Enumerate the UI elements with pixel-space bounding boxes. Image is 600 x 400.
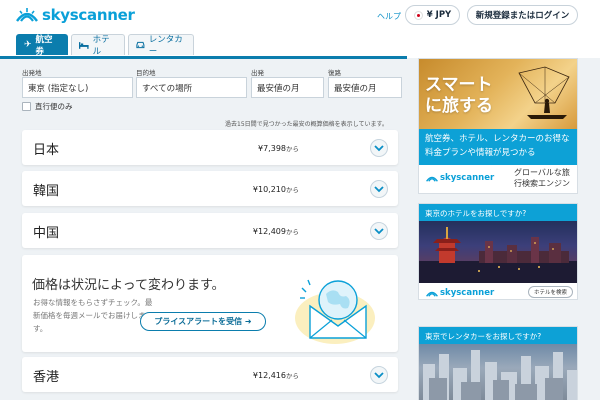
hotel-search-button[interactable]: ホテルを検索 bbox=[528, 286, 573, 298]
ad-skyscanner-logo: skyscanner bbox=[425, 173, 494, 183]
skyscanner-ad[interactable]: スマート に旅する 航空券、ホテル、レンタカーのお得な料金プランや情報が見つかる… bbox=[418, 58, 578, 194]
tab-car-rental[interactable]: レンタカー bbox=[128, 34, 194, 57]
ad-skyscanner-logo: skyscanner bbox=[425, 288, 494, 298]
alert-title: 価格は状況によって変わります。 bbox=[32, 278, 225, 293]
ad-body: 航空券、ホテル、レンタカーのお得な料金プランや情報が見つかる bbox=[419, 129, 577, 165]
ad-title-line2: に旅する bbox=[425, 96, 493, 116]
japan-flag-icon bbox=[413, 10, 423, 20]
chevron-down-icon bbox=[374, 372, 384, 379]
from-field[interactable]: 東京 (指定なし) bbox=[22, 77, 133, 98]
alert-description: お得な情報をもらさずチェック。最新価格を毎週メールでお届けします。 bbox=[33, 298, 153, 333]
ad-logo-text: skyscanner bbox=[440, 288, 495, 298]
result-row[interactable]: 韓国 ¥10,210から bbox=[22, 171, 398, 206]
city-skyline-icon bbox=[423, 350, 577, 400]
bed-icon bbox=[79, 42, 89, 49]
search-panel: 出発地 東京 (指定なし) 目的地 すべての場所 出発 最安値の月 復路 最安値… bbox=[0, 56, 407, 128]
hotel-ad-heading: 東京のホテルをお探しですか? bbox=[419, 204, 577, 221]
result-row[interactable]: 香港 ¥12,416から bbox=[22, 357, 398, 392]
ad-title-line1: スマート bbox=[425, 75, 493, 95]
login-button[interactable]: 新規登録またはログイン bbox=[467, 5, 578, 25]
chevron-down-icon bbox=[374, 228, 384, 235]
temple-skyline-icon bbox=[419, 227, 577, 283]
price-text: ¥10,210から bbox=[253, 184, 299, 194]
price-value: ¥12,416 bbox=[252, 371, 286, 380]
airplane-icon: ✈ bbox=[24, 40, 32, 50]
checkbox-box[interactable] bbox=[22, 102, 31, 111]
return-field[interactable]: 最安値の月 bbox=[328, 77, 402, 98]
hotel-ad[interactable]: 東京のホテルをお探しですか? skyscanner ホテルを検索 bbox=[418, 203, 578, 300]
result-row[interactable]: 中国 ¥12,409から bbox=[22, 213, 398, 248]
price-value: ¥12,409 bbox=[252, 227, 286, 236]
depart-label: 出発 bbox=[251, 69, 264, 77]
car-rental-ad[interactable]: 東京でレンタカーをお探しですか? bbox=[418, 326, 578, 400]
direct-only-checkbox[interactable]: 直行便のみ bbox=[22, 101, 73, 112]
price-suffix: から bbox=[286, 372, 299, 380]
skyscanner-logo[interactable]: skyscanner bbox=[14, 6, 135, 24]
tab-hotels-label: ホテル bbox=[92, 35, 110, 57]
price-suffix: から bbox=[286, 145, 299, 153]
currency-label: ¥ JPY bbox=[426, 10, 452, 20]
destination-name: 日本 bbox=[33, 143, 60, 158]
tab-hotels[interactable]: ホテル bbox=[71, 34, 125, 57]
price-value: ¥10,210 bbox=[252, 185, 286, 194]
tab-flights-label: 航空券 bbox=[35, 35, 53, 57]
return-label: 復路 bbox=[328, 69, 341, 77]
price-suffix: から bbox=[286, 186, 299, 194]
tokyo-night-photo bbox=[419, 221, 577, 283]
help-link[interactable]: ヘルプ bbox=[377, 11, 401, 22]
price-text: ¥12,416から bbox=[253, 370, 299, 380]
tab-car-rental-label: レンタカー bbox=[148, 35, 183, 57]
tokyo-city-photo bbox=[419, 344, 577, 400]
depart-field[interactable]: 最安値の月 bbox=[251, 77, 324, 98]
to-label: 目的地 bbox=[136, 69, 156, 77]
from-label: 出発地 bbox=[22, 69, 42, 77]
expand-button[interactable] bbox=[370, 139, 388, 157]
sunrise-logo-icon bbox=[16, 8, 38, 22]
fisherman-silhouette-icon bbox=[518, 66, 570, 119]
result-row[interactable]: 日本 ¥7,398から bbox=[22, 130, 398, 165]
tab-flights[interactable]: ✈ 航空券 bbox=[16, 34, 68, 57]
price-text: ¥12,409から bbox=[253, 226, 299, 236]
price-text: ¥7,398から bbox=[258, 143, 299, 153]
logo-text: skyscanner bbox=[42, 6, 135, 24]
price-value: ¥7,398 bbox=[258, 144, 286, 153]
to-field[interactable]: すべての場所 bbox=[136, 77, 247, 98]
direct-only-label: 直行便のみ bbox=[35, 102, 73, 111]
fisherman-photo: スマート に旅する bbox=[419, 59, 577, 129]
chevron-down-icon bbox=[374, 145, 384, 152]
sunrise-logo-icon bbox=[426, 176, 438, 182]
destination-name: 中国 bbox=[33, 226, 60, 241]
ad-logo-text: skyscanner bbox=[440, 173, 495, 183]
ad-tagline: グローバルな旅行検索エンジン bbox=[514, 168, 570, 188]
ad-photo-title: スマート に旅する bbox=[425, 75, 493, 117]
destination-name: 香港 bbox=[33, 370, 60, 385]
price-alert-card: 価格は状況によって変わります。 お得な情報をもらさずチェック。最新価格を毎週メー… bbox=[22, 255, 398, 352]
expand-button[interactable] bbox=[370, 180, 388, 198]
sunrise-logo-icon bbox=[426, 291, 438, 297]
car-icon bbox=[136, 41, 145, 49]
currency-button[interactable]: ¥ JPY bbox=[405, 5, 460, 25]
expand-button[interactable] bbox=[370, 222, 388, 240]
car-ad-heading: 東京でレンタカーをお探しですか? bbox=[419, 327, 577, 344]
destination-name: 韓国 bbox=[33, 184, 60, 199]
price-alert-button[interactable]: プライスアラートを受信 ➜ bbox=[140, 312, 266, 331]
expand-button[interactable] bbox=[370, 366, 388, 384]
price-suffix: から bbox=[286, 228, 299, 236]
chevron-down-icon bbox=[374, 186, 384, 193]
price-note: 過去15日間で見つかった最安の概算価格を表示しています。 bbox=[225, 121, 388, 128]
envelope-globe-icon bbox=[295, 279, 375, 344]
